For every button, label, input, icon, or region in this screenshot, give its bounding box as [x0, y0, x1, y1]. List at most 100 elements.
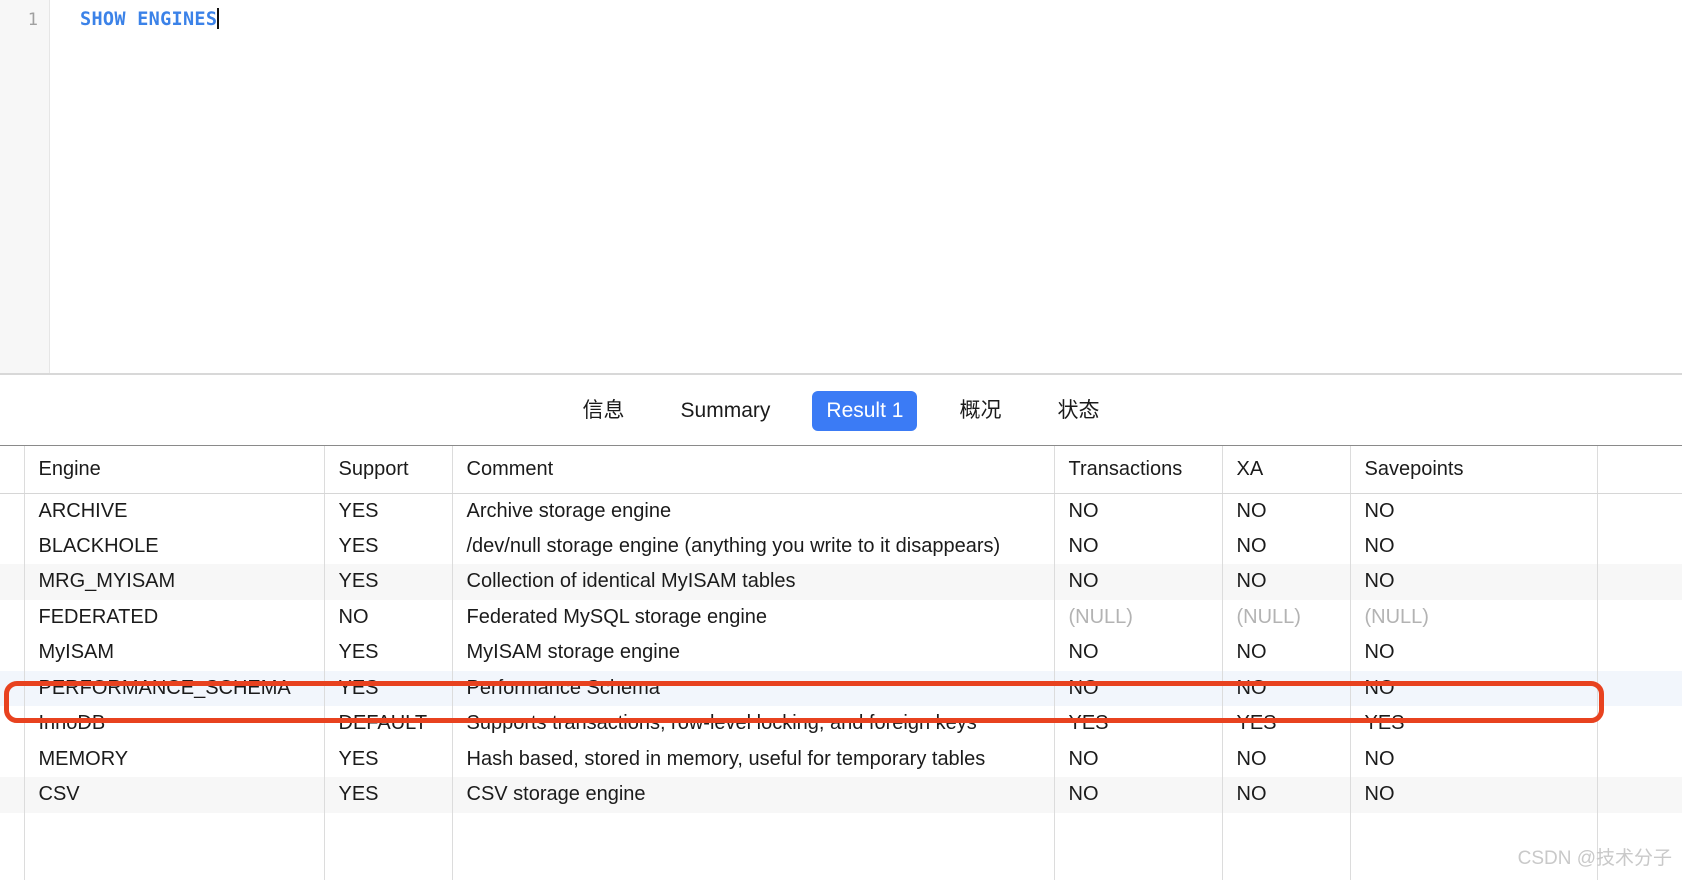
cell-engine[interactable]: MRG_MYISAM [24, 564, 325, 600]
cell-support[interactable]: YES [324, 635, 453, 671]
sql-code-line[interactable]: SHOW ENGINES [80, 8, 220, 32]
cell-blank[interactable] [1597, 741, 1682, 777]
cell-transactions[interactable]: NO [1054, 670, 1223, 706]
cell-blank[interactable] [1597, 493, 1682, 529]
cell-savepoints[interactable]: YES [1350, 706, 1598, 742]
table-row[interactable]: ARCHIVE YES Archive storage engine NO NO… [0, 493, 1682, 529]
cell-support[interactable]: YES [324, 777, 453, 813]
cell-xa[interactable]: YES [1222, 706, 1351, 742]
cell-support[interactable]: YES [324, 528, 453, 564]
csdn-watermark: CSDN @技术分子 [1517, 848, 1672, 869]
cell-transactions[interactable]: (NULL) [1054, 599, 1223, 635]
sql-editor-pane[interactable]: 1 SHOW ENGINES [0, 0, 1682, 375]
tab-status[interactable]: 状态 [1043, 391, 1113, 431]
column-header-blank[interactable] [1597, 446, 1682, 494]
row-selector-cell[interactable] [0, 635, 25, 671]
cell-transactions[interactable]: NO [1054, 777, 1223, 813]
cell-xa[interactable]: NO [1222, 635, 1351, 671]
cell-savepoints[interactable]: NO [1350, 528, 1598, 564]
row-selector-cell[interactable] [0, 777, 25, 813]
cell-savepoints[interactable]: (NULL) [1350, 599, 1598, 635]
tab-result-1[interactable]: Result 1 [812, 391, 918, 431]
row-selector-cell[interactable] [0, 741, 25, 777]
cell-support[interactable]: YES [324, 493, 453, 529]
cell-blank[interactable] [1597, 599, 1682, 635]
cell-support[interactable]: YES [324, 670, 453, 706]
cell-blank[interactable] [1597, 777, 1682, 813]
table-row[interactable]: FEDERATED NO Federated MySQL storage eng… [0, 599, 1682, 635]
column-header-xa[interactable]: XA [1222, 446, 1351, 494]
cell-engine[interactable]: MEMORY [24, 741, 325, 777]
cell-blank[interactable] [1597, 706, 1682, 742]
column-header-engine[interactable]: Engine [24, 446, 325, 494]
tab-profile[interactable]: 概况 [945, 391, 1015, 431]
cell-engine[interactable]: InnoDB [24, 706, 325, 742]
cell-comment[interactable]: Archive storage engine [452, 493, 1055, 529]
cell-support[interactable]: YES [324, 741, 453, 777]
cell-comment[interactable]: /dev/null storage engine (anything you w… [452, 528, 1055, 564]
result-grid-container[interactable]: Engine Support Comment Transactions XA S… [0, 445, 1682, 880]
column-header-comment[interactable]: Comment [452, 446, 1055, 494]
row-selector-cell[interactable] [0, 493, 25, 529]
cell-savepoints[interactable]: NO [1350, 670, 1598, 706]
row-selector-cell[interactable] [0, 564, 25, 600]
cell-savepoints[interactable]: NO [1350, 493, 1598, 529]
line-number-1: 1 [27, 10, 38, 30]
cell-comment[interactable]: Performance Schema [452, 670, 1055, 706]
cell-transactions[interactable]: NO [1054, 564, 1223, 600]
cell-engine[interactable]: MyISAM [24, 635, 325, 671]
cell-savepoints[interactable]: NO [1350, 777, 1598, 813]
cell-engine[interactable]: CSV [24, 777, 325, 813]
cell-transactions[interactable]: NO [1054, 635, 1223, 671]
cell-xa[interactable]: NO [1222, 741, 1351, 777]
cell-support[interactable]: DEFAULT [324, 706, 453, 742]
tab-info[interactable]: 信息 [569, 391, 639, 431]
cell-xa[interactable]: NO [1222, 528, 1351, 564]
cell-xa[interactable]: NO [1222, 493, 1351, 529]
tab-summary[interactable]: Summary [667, 391, 785, 431]
cell-blank[interactable] [1597, 528, 1682, 564]
table-row-highlighted[interactable]: InnoDB DEFAULT Supports transactions, ro… [0, 706, 1682, 742]
cell-engine[interactable]: PERFORMANCE_SCHEMA [24, 670, 325, 706]
cell-savepoints[interactable]: NO [1350, 564, 1598, 600]
cell-comment[interactable]: Collection of identical MyISAM tables [452, 564, 1055, 600]
row-selector-cell[interactable] [0, 706, 25, 742]
cell-engine[interactable]: ARCHIVE [24, 493, 325, 529]
cell-savepoints[interactable]: NO [1350, 635, 1598, 671]
sql-code-area[interactable]: SHOW ENGINES [50, 0, 1682, 373]
cell-comment[interactable]: Federated MySQL storage engine [452, 599, 1055, 635]
cell-support[interactable]: NO [324, 599, 453, 635]
cell-xa[interactable]: (NULL) [1222, 599, 1351, 635]
table-row[interactable]: BLACKHOLE YES /dev/null storage engine (… [0, 528, 1682, 564]
cell-xa[interactable]: NO [1222, 670, 1351, 706]
cell-blank[interactable] [1597, 635, 1682, 671]
cell-blank[interactable] [1597, 564, 1682, 600]
cell-support[interactable]: YES [324, 564, 453, 600]
table-row[interactable]: PERFORMANCE_SCHEMA YES Performance Schem… [0, 670, 1682, 706]
table-row[interactable]: MyISAM YES MyISAM storage engine NO NO N… [0, 635, 1682, 671]
row-selector-cell[interactable] [0, 599, 25, 635]
cell-savepoints[interactable]: NO [1350, 741, 1598, 777]
cell-engine[interactable]: FEDERATED [24, 599, 325, 635]
cell-comment[interactable]: MyISAM storage engine [452, 635, 1055, 671]
row-selector-header[interactable] [0, 446, 25, 494]
table-row[interactable]: MEMORY YES Hash based, stored in memory,… [0, 741, 1682, 777]
cell-blank[interactable] [1597, 670, 1682, 706]
cell-xa[interactable]: NO [1222, 564, 1351, 600]
row-selector-cell[interactable] [0, 670, 25, 706]
column-header-transactions[interactable]: Transactions [1054, 446, 1223, 494]
cell-comment[interactable]: Supports transactions, row-level locking… [452, 706, 1055, 742]
cell-comment[interactable]: CSV storage engine [452, 777, 1055, 813]
cell-transactions[interactable]: NO [1054, 528, 1223, 564]
column-header-support[interactable]: Support [324, 446, 453, 494]
cell-xa[interactable]: NO [1222, 777, 1351, 813]
cell-engine[interactable]: BLACKHOLE [24, 528, 325, 564]
column-header-savepoints[interactable]: Savepoints [1350, 446, 1598, 494]
table-row[interactable]: MRG_MYISAM YES Collection of identical M… [0, 564, 1682, 600]
cell-transactions[interactable]: YES [1054, 706, 1223, 742]
row-selector-cell[interactable] [0, 528, 25, 564]
cell-transactions[interactable]: NO [1054, 493, 1223, 529]
cell-transactions[interactable]: NO [1054, 741, 1223, 777]
cell-comment[interactable]: Hash based, stored in memory, useful for… [452, 741, 1055, 777]
table-row[interactable]: CSV YES CSV storage engine NO NO NO [0, 777, 1682, 813]
